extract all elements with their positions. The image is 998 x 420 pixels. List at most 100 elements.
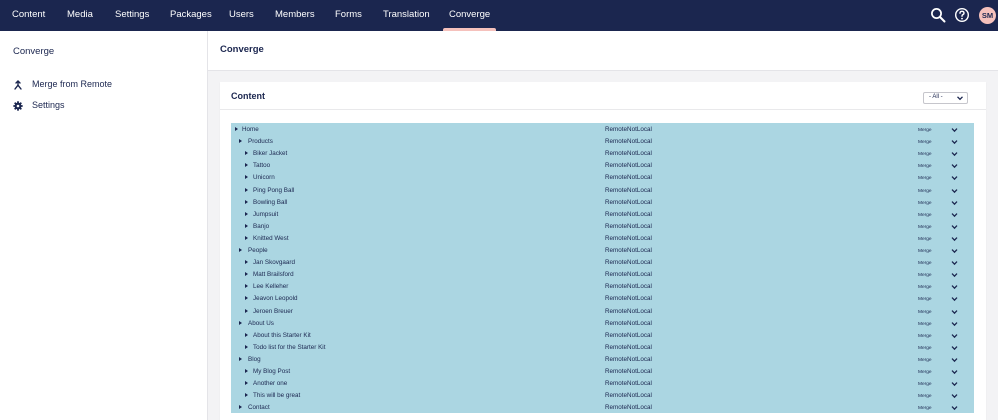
nav-content[interactable]: Content (12, 0, 45, 31)
merge-action-select[interactable]: Merge (911, 379, 964, 389)
merge-action-select[interactable]: Merge (911, 246, 964, 256)
expand-caret-icon[interactable] (245, 223, 248, 228)
node-name: Unicorn (253, 174, 275, 182)
nav-members[interactable]: Members (275, 0, 315, 31)
merge-action-select[interactable]: Merge (911, 210, 964, 220)
tree-row[interactable]: Jeroen Breuer RemoteNotLocal Merge (231, 306, 974, 318)
merge-action-select[interactable]: Merge (911, 319, 964, 329)
expand-caret-icon[interactable] (245, 369, 248, 373)
tree-row[interactable]: Ping Pong Ball RemoteNotLocal Merge (231, 185, 974, 197)
merge-action-select[interactable]: Merge (911, 258, 964, 268)
tree-row[interactable]: About this Starter Kit RemoteNotLocal Merg… (231, 330, 974, 342)
tree-row[interactable]: Biker Jacket RemoteNotLocal Merge (231, 148, 974, 160)
chevron-down-icon (951, 370, 958, 375)
merge-action-select[interactable]: Merge (911, 173, 964, 183)
tree-row[interactable]: Unicorn RemoteNotLocal Merge (231, 172, 974, 184)
expand-caret-icon[interactable] (245, 308, 248, 313)
nav-users[interactable]: Users (229, 0, 254, 31)
tree-row[interactable]: Contact RemoteNotLocal Merge (231, 402, 974, 414)
sidebar-title: Converge (13, 46, 55, 57)
nav-media[interactable]: Media (67, 0, 93, 31)
tree-row[interactable]: Banjo RemoteNotLocal Merge (231, 221, 974, 233)
tree-row[interactable]: Blog RemoteNotLocal Merge (231, 354, 974, 366)
expand-caret-icon[interactable] (239, 139, 242, 144)
tree-row[interactable]: Jumpsuit RemoteNotLocal Merge (231, 209, 974, 221)
nav-translation[interactable]: Translation (383, 0, 430, 31)
expand-caret-icon[interactable] (245, 332, 248, 337)
tree-row[interactable]: Lee Kelleher RemoteNotLocal Merge (231, 281, 974, 293)
merge-action-select[interactable]: Merge (911, 403, 964, 413)
expand-caret-icon[interactable] (239, 320, 242, 325)
merge-action-select[interactable]: Merge (911, 331, 964, 341)
merge-action-select[interactable]: Merge (911, 294, 964, 304)
expand-caret-icon[interactable] (245, 175, 248, 180)
chevron-down-icon (951, 164, 958, 169)
merge-action-select[interactable]: Merge (911, 125, 964, 135)
expand-caret-icon[interactable] (245, 235, 248, 240)
expand-caret-icon[interactable] (245, 211, 248, 216)
expand-caret-icon[interactable] (235, 127, 238, 131)
tree-row[interactable]: Bowling Ball RemoteNotLocal Merge (231, 197, 974, 209)
tree-row[interactable]: My Blog Post RemoteNotLocal Merge (231, 366, 974, 378)
expand-caret-icon[interactable] (245, 272, 248, 277)
expand-caret-icon[interactable] (245, 187, 248, 192)
tree-row[interactable]: Tattoo RemoteNotLocal Merge (231, 160, 974, 172)
chevron-down-icon (957, 96, 963, 101)
tree-row[interactable]: Todo list for the Starter Kit RemoteNotLo… (231, 342, 974, 354)
nav-packages[interactable]: Packages (170, 0, 212, 31)
expand-caret-icon[interactable] (245, 344, 248, 349)
action-value: Merge (918, 321, 932, 327)
merge-action-select[interactable]: Merge (911, 270, 964, 280)
tree-row[interactable]: Knitted West RemoteNotLocal Merge (231, 233, 974, 245)
merge-action-select[interactable]: Merge (911, 186, 964, 196)
merge-action-select[interactable]: Merge (911, 391, 964, 401)
merge-action-select[interactable]: Merge (911, 222, 964, 232)
expand-caret-icon[interactable] (245, 151, 248, 156)
action-value: Merge (918, 176, 932, 182)
merge-action-select[interactable]: Merge (911, 198, 964, 208)
help-icon[interactable] (954, 7, 970, 23)
nav-forms[interactable]: Forms (335, 0, 362, 31)
sidebar-item-settings[interactable]: Settings (0, 96, 207, 116)
expand-caret-icon[interactable] (245, 284, 248, 289)
tree-row[interactable]: Matt Brailsford RemoteNotLocal Merge (231, 269, 974, 281)
expand-caret-icon[interactable] (245, 393, 248, 398)
tree-row[interactable]: About Us RemoteNotLocal Merge (231, 318, 974, 330)
merge-action-select[interactable]: Merge (911, 343, 964, 353)
merge-action-select[interactable]: Merge (911, 137, 964, 147)
search-icon[interactable] (930, 7, 946, 23)
sidebar-item-merge-from-remote[interactable]: Merge from Remote (0, 75, 207, 95)
node-status: RemoteNotLocal (605, 186, 652, 194)
expand-caret-icon[interactable] (239, 248, 242, 252)
user-avatar[interactable]: SM (979, 7, 996, 24)
expand-caret-icon[interactable] (245, 163, 248, 168)
expand-caret-icon[interactable] (239, 356, 242, 361)
expand-caret-icon[interactable] (245, 199, 248, 204)
status-filter-select[interactable]: - All - (923, 92, 968, 104)
node-name: Jeavon Leopold (253, 295, 298, 303)
tree-row[interactable]: Jeavon Leopold RemoteNotLocal Merge (231, 293, 974, 305)
merge-action-select[interactable]: Merge (911, 149, 964, 159)
tree-row[interactable]: Home RemoteNotLocal Merge (231, 124, 974, 136)
merge-action-select[interactable]: Merge (911, 234, 964, 244)
tree-row[interactable]: This will be great RemoteNotLocal Merge (231, 390, 974, 402)
tree-row[interactable]: Another one RemoteNotLocal Merge (231, 378, 974, 390)
tree-row[interactable]: Products RemoteNotLocal Merge (231, 136, 974, 148)
merge-action-select[interactable]: Merge (911, 161, 964, 171)
expand-caret-icon[interactable] (245, 381, 248, 386)
expand-caret-icon[interactable] (239, 405, 242, 410)
nav-converge[interactable]: Converge (442, 0, 497, 31)
merge-action-select[interactable]: Merge (911, 367, 964, 377)
expand-caret-icon[interactable] (245, 296, 248, 301)
nav-settings[interactable]: Settings (115, 0, 149, 31)
tree-row[interactable]: Jan Skovgaard RemoteNotLocal Merge (231, 257, 974, 269)
merge-action-select[interactable]: Merge (911, 282, 964, 292)
panel-header: Content - All - (220, 82, 986, 110)
action-value: Merge (918, 309, 932, 315)
merge-action-select[interactable]: Merge (911, 307, 964, 317)
tree-row[interactable]: People RemoteNotLocal Merge (231, 245, 974, 257)
expand-caret-icon[interactable] (245, 260, 248, 265)
action-value: Merge (918, 273, 932, 279)
action-value: Merge (918, 370, 932, 375)
merge-action-select[interactable]: Merge (911, 355, 964, 365)
